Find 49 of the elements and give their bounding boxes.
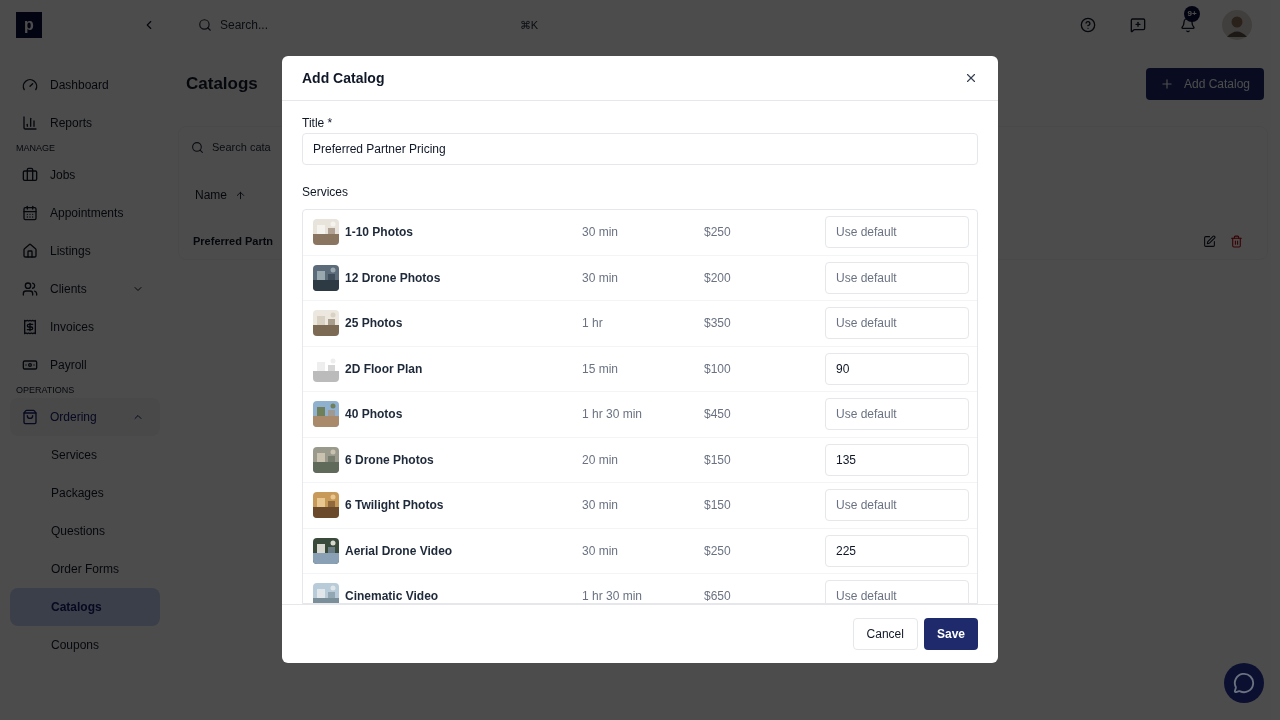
price-override-input[interactable]: Use default xyxy=(825,398,969,431)
save-button[interactable]: Save xyxy=(923,618,978,650)
service-duration: 15 min xyxy=(582,360,620,378)
service-price: $150 xyxy=(704,497,732,515)
service-price: $650 xyxy=(704,588,732,603)
service-duration: 30 min xyxy=(582,269,620,287)
shortcut-hint: ⌘K xyxy=(519,17,538,33)
service-duration: 30 min xyxy=(582,224,620,242)
service-price: $200 xyxy=(704,269,732,287)
service-price: $250 xyxy=(704,224,732,242)
price-override-input[interactable]: 225 xyxy=(825,534,969,567)
service-name: 12 Drone Photos xyxy=(345,269,441,287)
price-override-input[interactable]: 90 xyxy=(825,352,969,385)
section-heading: MANAGE xyxy=(15,142,56,156)
service-name: 1-10 Photos xyxy=(345,224,413,242)
price-override-input[interactable]: Use default xyxy=(825,261,969,294)
service-price: $250 xyxy=(704,542,732,560)
service-name: 6 Twilight Photos xyxy=(345,497,444,515)
price-override-input[interactable]: Use default xyxy=(825,307,969,340)
service-price: $150 xyxy=(704,451,732,469)
service-name: 6 Drone Photos xyxy=(345,451,434,469)
service-price: $100 xyxy=(704,360,732,378)
service-price: $350 xyxy=(704,315,732,333)
price-override-input[interactable]: 135 xyxy=(825,443,969,476)
service-duration: 1 hr 30 min xyxy=(582,406,644,424)
dialog-title: Add Catalog xyxy=(302,68,385,88)
field-label: Title * xyxy=(302,115,334,131)
service-name: 2D Floor Plan xyxy=(345,360,423,378)
price-override-input[interactable]: Use default xyxy=(825,489,969,522)
title-input[interactable]: Preferred Partner Pricing xyxy=(302,133,978,165)
price-override-input[interactable]: Use default xyxy=(825,216,969,249)
service-name: 25 Photos xyxy=(345,315,403,333)
close-icon[interactable] xyxy=(964,71,978,85)
service-name: Aerial Drone Video xyxy=(345,542,453,560)
service-price: $450 xyxy=(704,406,732,424)
service-duration: 20 min xyxy=(582,451,620,469)
section-heading: OPERATIONS xyxy=(15,384,76,398)
service-name: Cinematic Video xyxy=(345,588,439,603)
section-label: Services xyxy=(302,184,349,200)
price-override-input[interactable]: Use default xyxy=(825,580,969,603)
cancel-button[interactable]: Cancel xyxy=(852,618,918,650)
service-duration: 1 hr 30 min xyxy=(582,588,644,603)
page-title: Catalogs xyxy=(186,73,258,96)
service-duration: 1 hr xyxy=(582,315,604,333)
service-duration: 30 min xyxy=(582,542,620,560)
service-duration: 30 min xyxy=(582,497,620,515)
table-cell-text: Preferred Partn xyxy=(193,233,274,249)
chat-icon xyxy=(1233,672,1255,694)
service-name: 40 Photos xyxy=(345,406,403,424)
